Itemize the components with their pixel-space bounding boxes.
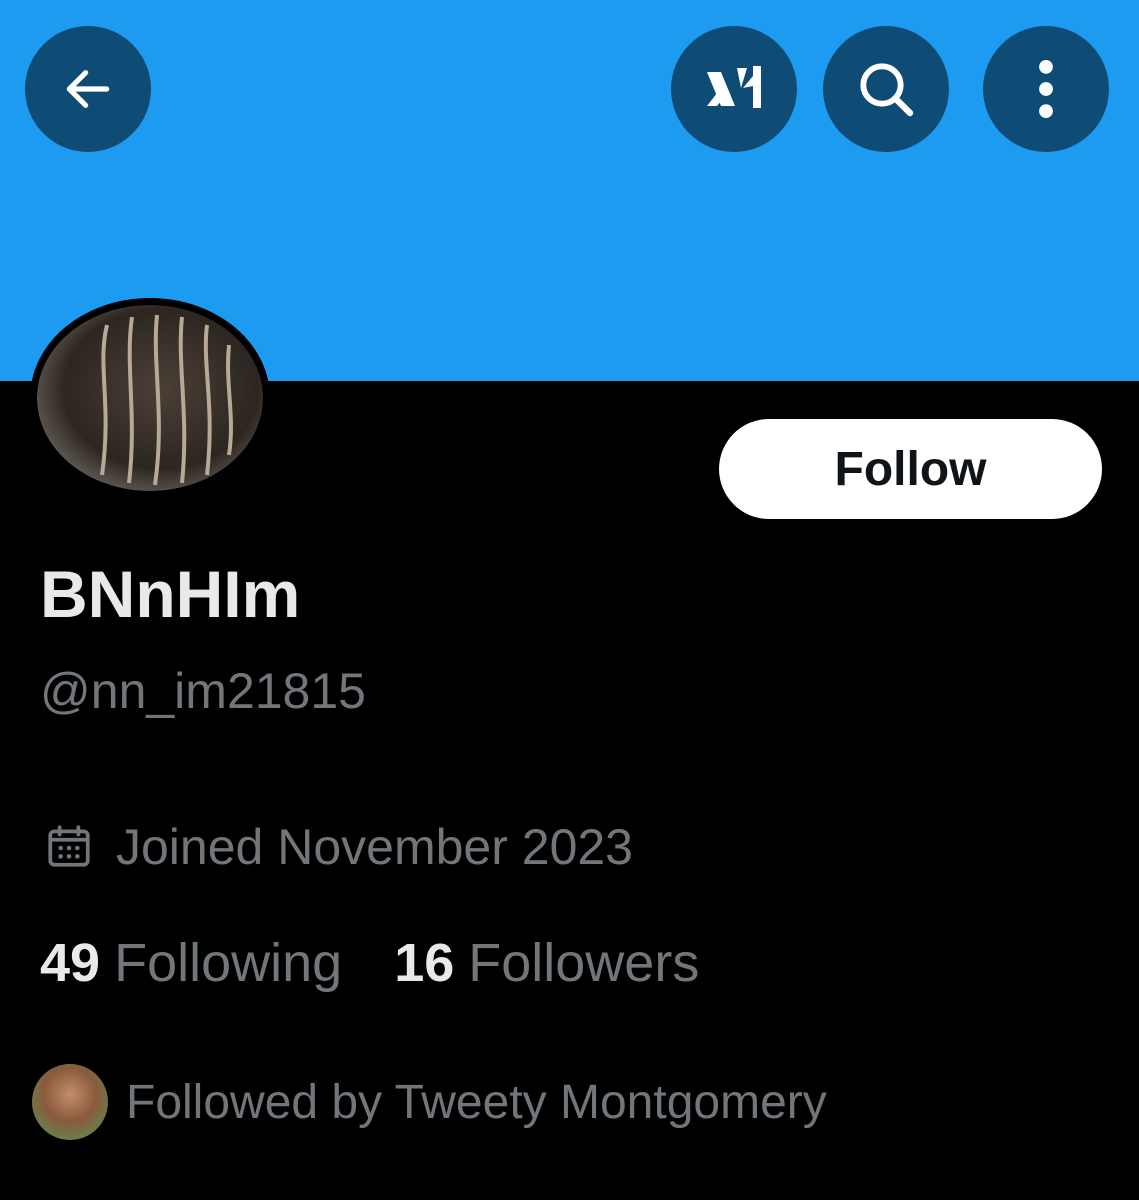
followers-link[interactable]: 16 Followers [394, 932, 699, 994]
search-icon [860, 63, 914, 117]
search-button[interactable] [823, 26, 949, 152]
following-link[interactable]: 49 Following [40, 932, 342, 994]
followers-label: Followers [468, 933, 700, 993]
following-label: Following [114, 933, 343, 993]
follow-button[interactable]: Follow [719, 419, 1102, 519]
more-button[interactable] [983, 26, 1109, 152]
display-name: BNnHIm [40, 557, 301, 631]
profile-avatar[interactable] [30, 298, 270, 498]
avatar-image [37, 305, 263, 491]
arrow-left-icon [66, 70, 110, 108]
follower-avatar [32, 1064, 108, 1140]
joined-date: Joined November 2023 [44, 812, 633, 882]
profile-stats: 49 Following 16 Followers [40, 928, 699, 998]
grok-icon [707, 66, 761, 108]
followed-by-link[interactable]: Followed by Tweety Montgomery [32, 1064, 827, 1140]
calendar-icon [48, 825, 90, 867]
user-handle: @nn_im21815 [40, 663, 366, 719]
followed-by-text: Followed by Tweety Montgomery [126, 1075, 827, 1129]
back-button[interactable] [25, 26, 151, 152]
grok-button[interactable] [671, 26, 797, 152]
followers-count: 16 [394, 933, 455, 993]
profile-page: Follow BNnHIm @nn_im21815 Joined Novembe… [0, 0, 1139, 1200]
following-count: 49 [40, 933, 101, 993]
more-vertical-icon [1039, 59, 1053, 119]
joined-text: Joined November 2023 [116, 819, 633, 875]
